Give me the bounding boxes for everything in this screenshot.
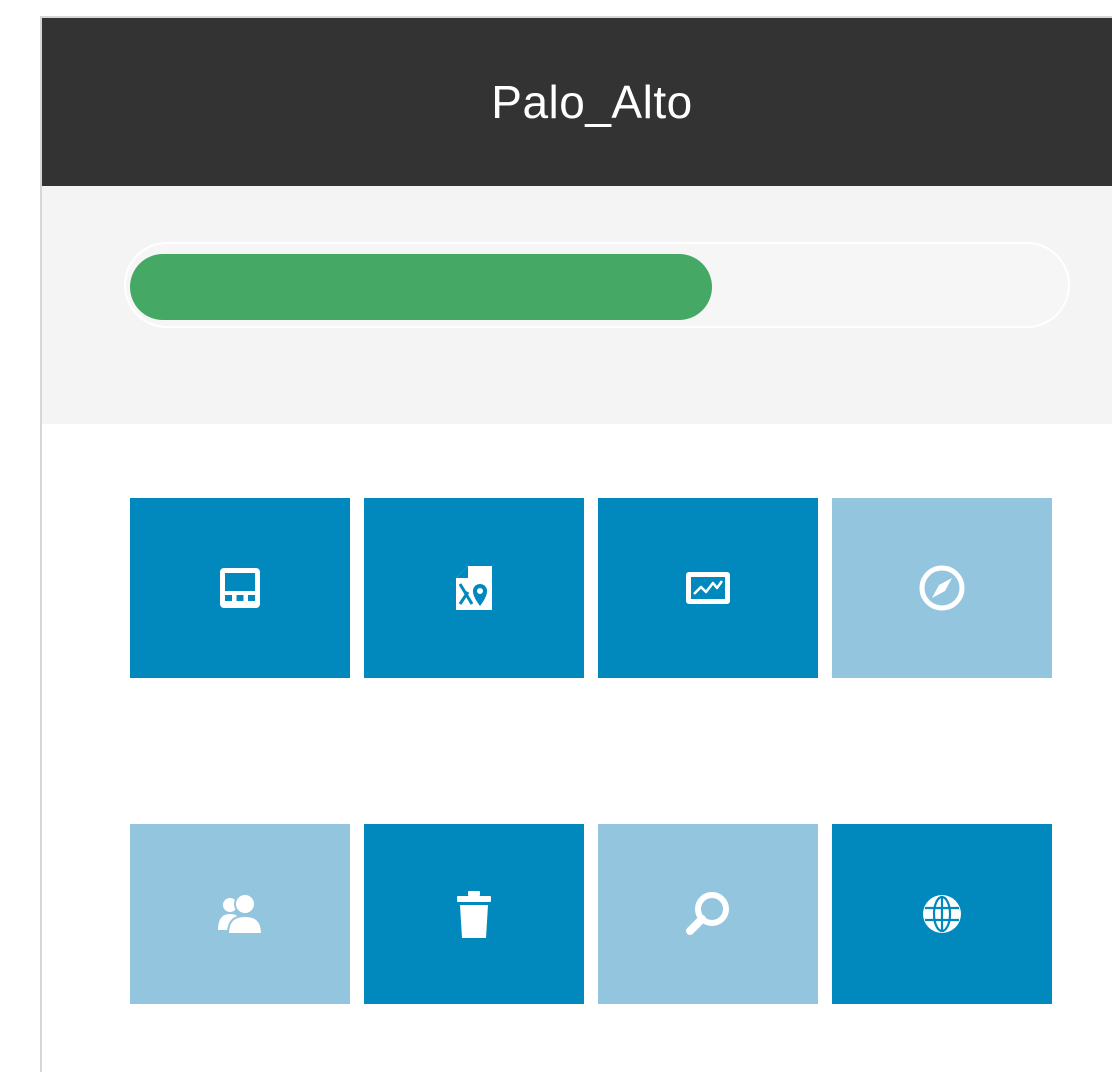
globe-icon bbox=[923, 895, 961, 933]
header-bar: Palo_Alto bbox=[42, 18, 1112, 186]
line-chart-icon bbox=[686, 572, 730, 604]
tile-grid bbox=[130, 498, 1056, 1004]
dashboard-panel-icon bbox=[220, 568, 260, 608]
users-icon bbox=[218, 893, 264, 935]
navigation-tile[interactable] bbox=[832, 498, 1052, 678]
tile-row-2 bbox=[130, 824, 1056, 1004]
progress-fill bbox=[130, 254, 712, 320]
compass-icon bbox=[919, 565, 965, 611]
page-title: Palo_Alto bbox=[491, 76, 693, 128]
search-tile[interactable] bbox=[598, 824, 818, 1004]
dashboard-tile[interactable] bbox=[130, 498, 350, 678]
analytics-tile[interactable] bbox=[598, 498, 818, 678]
app-window: Palo_Alto bbox=[40, 16, 1112, 1072]
map-tile[interactable] bbox=[364, 498, 584, 678]
web-tile[interactable] bbox=[832, 824, 1052, 1004]
map-location-icon bbox=[456, 566, 492, 610]
progress-bar bbox=[124, 242, 1070, 328]
progress-section bbox=[42, 186, 1112, 424]
delete-tile[interactable] bbox=[364, 824, 584, 1004]
users-tile[interactable] bbox=[130, 824, 350, 1004]
trash-icon bbox=[457, 891, 491, 938]
search-icon bbox=[686, 892, 729, 935]
tile-row-1 bbox=[130, 498, 1056, 678]
